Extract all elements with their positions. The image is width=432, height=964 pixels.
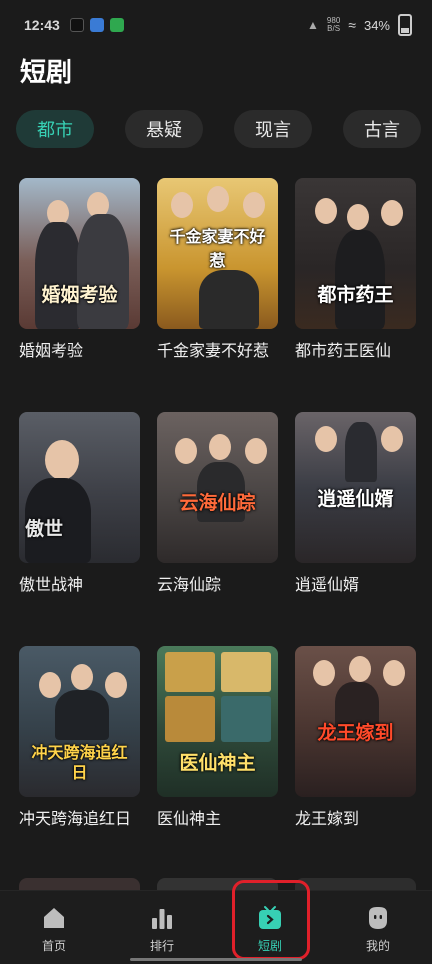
poster-title: 龙王嫁到	[317, 722, 394, 744]
network-speed: 980 B/S	[326, 16, 341, 33]
drama-poster[interactable]: 云海仙踪	[157, 412, 278, 563]
poster-title: 千金家妻不好惹	[169, 227, 266, 270]
drama-poster[interactable]: 龙王嫁到	[295, 646, 416, 797]
drama-card[interactable]: 龙王嫁到 龙王嫁到	[295, 646, 416, 830]
battery-percent: 34%	[363, 17, 390, 33]
drama-card[interactable]: 逍遥仙婿 逍遥仙婿	[295, 412, 416, 596]
poster-title: 婚姻考验	[41, 284, 118, 306]
profile-icon	[369, 907, 387, 929]
drama-title: 千金家妻不好惹	[157, 341, 270, 360]
tab-dushi[interactable]: 都市	[16, 110, 94, 148]
drama-poster[interactable]: 千金家妻不好惹	[157, 178, 278, 329]
drama-poster[interactable]: 逍遥仙婿	[295, 412, 416, 563]
drama-title: 医仙神主	[157, 809, 222, 828]
drama-card[interactable]: 婚姻考验 婚姻考验	[19, 178, 140, 362]
nav-home[interactable]: 首页	[0, 891, 108, 964]
battery-icon	[398, 14, 412, 36]
category-tabs: 都市 悬疑 现言 古言	[16, 110, 432, 150]
drama-title: 傲世战神	[19, 575, 84, 594]
poster-title: 逍遥仙婿	[317, 488, 394, 510]
drama-title: 逍遥仙婿	[295, 575, 360, 594]
android-icon: ▲	[307, 18, 319, 32]
drama-poster[interactable]: 都市药王	[295, 178, 416, 329]
poster-title: 医仙神主	[179, 752, 256, 774]
poster-title: 冲天跨海追红日	[31, 743, 128, 782]
drama-title: 云海仙踪	[157, 575, 222, 594]
bottom-nav: 首页 排行 短剧 我的	[0, 890, 432, 964]
home-icon	[44, 908, 64, 928]
drama-card[interactable]: 冲天跨海追红日 冲天跨海追红日	[19, 646, 140, 830]
nav-short-drama-label: 短剧	[257, 939, 282, 953]
tab-xuanyi[interactable]: 悬疑	[125, 110, 203, 148]
drama-card[interactable]: 傲世 傲世战神	[19, 412, 140, 596]
tv-play-icon	[259, 906, 281, 929]
drama-title: 冲天跨海追红日	[19, 809, 132, 828]
poster-title: 云海仙踪	[179, 492, 256, 514]
drama-card[interactable]: 千金家妻不好惹 千金家妻不好惹	[157, 178, 278, 362]
bar-chart-icon	[152, 909, 172, 929]
nav-ranking[interactable]: 排行	[108, 891, 216, 964]
drama-card[interactable]: 云海仙踪 云海仙踪	[157, 412, 278, 596]
wifi-icon: ≈	[348, 17, 356, 33]
app-notification-icon	[89, 18, 104, 32]
drama-poster[interactable]: 婚姻考验	[19, 178, 140, 329]
poster-title: 傲世	[25, 518, 64, 540]
tiktok-notification-icon	[69, 18, 84, 32]
tab-guyan[interactable]: 古言	[343, 110, 421, 148]
page-title: 短剧	[20, 58, 73, 88]
nav-home-label: 首页	[41, 939, 66, 953]
drama-card[interactable]: 医仙神主 医仙神主	[157, 646, 278, 830]
poster-title: 都市药王	[317, 284, 394, 306]
status-bar: 12:43 ▲ 980 B/S ≈ 34%	[0, 0, 432, 50]
drama-card[interactable]: 都市药王 都市药王医仙	[295, 178, 416, 362]
nav-profile[interactable]: 我的	[324, 891, 432, 964]
drama-poster[interactable]: 医仙神主	[157, 646, 278, 797]
drama-title: 龙王嫁到	[295, 809, 360, 828]
status-time: 12:43	[24, 17, 60, 33]
nav-profile-label: 我的	[365, 939, 390, 953]
home-indicator[interactable]	[130, 958, 302, 961]
drama-poster[interactable]: 傲世	[19, 412, 140, 563]
browser-notification-icon	[109, 18, 124, 32]
drama-title: 婚姻考验	[19, 341, 84, 360]
tab-xianyan[interactable]: 现言	[234, 110, 312, 148]
nav-ranking-label: 排行	[149, 939, 174, 953]
nav-short-drama[interactable]: 短剧	[216, 891, 324, 964]
drama-title: 都市药王医仙	[295, 341, 392, 360]
drama-poster[interactable]: 冲天跨海追红日	[19, 646, 140, 797]
